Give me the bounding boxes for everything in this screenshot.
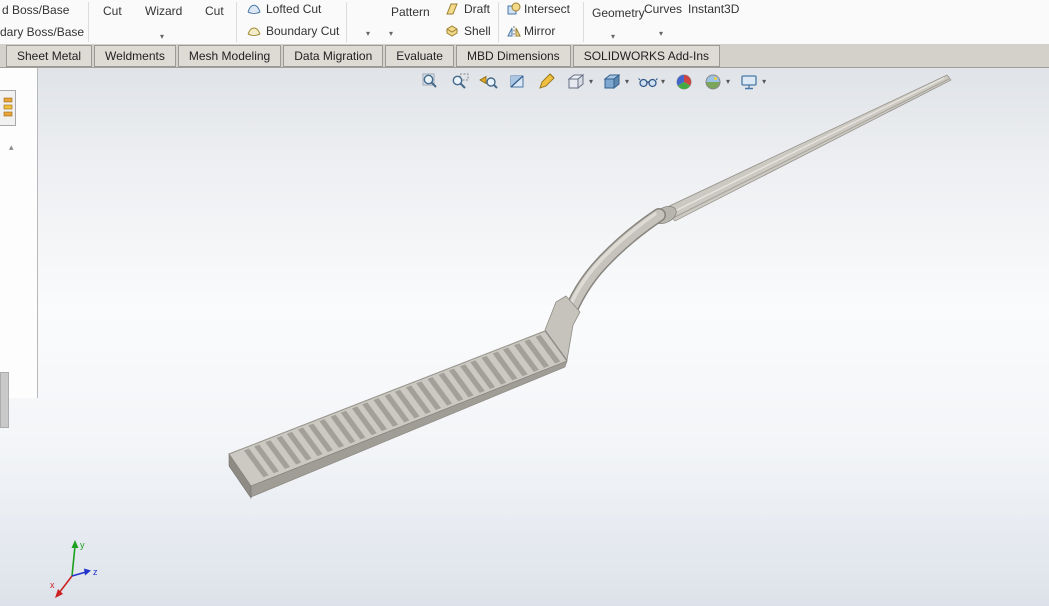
mirror-button[interactable]: Mirror (524, 24, 555, 38)
hide-show-items-icon (637, 77, 658, 87)
previous-view-icon (478, 75, 498, 89)
edit-appearance-icon (676, 74, 692, 89)
mirror-icon (507, 26, 521, 37)
section-view-icon (510, 75, 523, 87)
panel-scroll-up-icon[interactable]: ▴ (9, 142, 14, 153)
tab-mbd-dimensions[interactable]: MBD Dimensions (455, 45, 571, 67)
section-view-button[interactable] (507, 71, 528, 92)
commandmanager-tabs: Sheet Metal Weldments Mesh Modeling Data… (0, 44, 1049, 68)
zoom-to-area-icon (452, 73, 468, 89)
apply-scene-icon (705, 74, 721, 89)
axis-z-label: z (93, 567, 98, 577)
curves-button[interactable]: Curves (644, 2, 682, 16)
featuremanager-tree-icon (3, 97, 12, 117)
linear-pattern-button[interactable]: Pattern (391, 5, 430, 19)
view-orientation-dropdown-icon[interactable]: ▾ (589, 77, 593, 86)
model-tang[interactable] (662, 74, 952, 222)
display-style-button[interactable] (601, 71, 622, 92)
hole-wizard-button[interactable]: Wizard (145, 4, 182, 18)
zoom-to-fit-icon (422, 73, 437, 88)
zoom-to-fit-button[interactable] (420, 71, 441, 92)
hide-show-items-dropdown-icon[interactable]: ▾ (661, 77, 665, 86)
graphics-area[interactable]: ▾ ▾ ▾ ▾ ▾ ▴ y x z (0, 68, 1049, 606)
previous-view-button[interactable] (478, 71, 499, 92)
draft-button[interactable]: Draft (464, 2, 490, 16)
tab-weldments[interactable]: Weldments (94, 45, 176, 67)
axis-x (58, 575, 73, 594)
solidworks-window: d Boss/Base dary Boss/Base Cut Wizard ▾ … (0, 0, 1049, 606)
fillet-dropdown-icon[interactable]: ▾ (366, 30, 370, 38)
tab-data-migration[interactable]: Data Migration (283, 45, 384, 67)
reference-geometry-dropdown-icon[interactable]: ▾ (611, 33, 615, 41)
model-3d-rasp[interactable] (0, 68, 1049, 606)
ribbon-separator (236, 2, 237, 42)
view-settings-dropdown-icon[interactable]: ▾ (762, 77, 766, 86)
featuremanager-panel: ▴ (0, 68, 38, 398)
tab-evaluate[interactable]: Evaluate (385, 45, 454, 67)
lofted-cut-button[interactable]: Lofted Cut (266, 2, 321, 16)
pattern-dropdown-icon[interactable]: ▾ (389, 30, 393, 38)
curves-dropdown-icon[interactable]: ▾ (659, 30, 663, 38)
reference-geometry-button[interactable]: Geometry (592, 6, 645, 20)
lofted-cut-icon (247, 4, 261, 14)
extruded-cut-button[interactable]: Cut (103, 4, 122, 18)
extruded-boss-base-button[interactable]: d Boss/Base (2, 3, 69, 17)
view-orientation-button[interactable] (565, 71, 586, 92)
dynamic-annotation-views-button[interactable] (536, 71, 557, 92)
intersect-icon (507, 2, 521, 15)
featuremanager-flyout-tab[interactable] (0, 90, 16, 126)
axis-y-label: y (80, 540, 85, 550)
dynamic-annotation-views-icon (538, 72, 555, 89)
panel-scrollbar-thumb[interactable] (0, 372, 9, 428)
tang-shade (672, 78, 950, 219)
axis-z (71, 571, 87, 577)
apply-scene-button[interactable] (702, 71, 723, 92)
shell-button[interactable]: Shell (464, 24, 491, 38)
orientation-triad: y x z (50, 540, 98, 598)
view-orientation-icon (567, 73, 584, 89)
boundary-boss-base-button[interactable]: dary Boss/Base (0, 25, 84, 39)
axis-z-arrowhead (84, 568, 91, 576)
tab-sheet-metal[interactable]: Sheet Metal (6, 45, 93, 67)
axis-y (71, 545, 76, 577)
display-style-icon (603, 73, 620, 89)
tang-highlight (670, 77, 945, 214)
axis-y-arrowhead (71, 540, 79, 548)
boundary-cut-button[interactable]: Boundary Cut (266, 24, 339, 38)
boundary-cut-icon (247, 27, 261, 36)
ribbon-separator (498, 2, 499, 42)
zoom-to-area-button[interactable] (449, 71, 470, 92)
shell-icon (446, 25, 458, 37)
intersect-button[interactable]: Intersect (524, 2, 570, 16)
headsup-toolbar: ▾ ▾ ▾ ▾ ▾ (420, 71, 766, 92)
ribbon-separator (88, 2, 89, 42)
ribbon-separator (583, 2, 584, 42)
revolved-cut-button[interactable]: Cut (205, 4, 224, 18)
hide-show-items-button[interactable] (637, 71, 658, 92)
draft-icon (446, 3, 458, 15)
view-settings-icon (740, 74, 757, 89)
axis-x-label: x (50, 580, 55, 590)
instant3d-button[interactable]: Instant3D (688, 2, 739, 16)
view-settings-button[interactable] (738, 71, 759, 92)
apply-scene-dropdown-icon[interactable]: ▾ (726, 77, 730, 86)
display-style-dropdown-icon[interactable]: ▾ (625, 77, 629, 86)
tab-mesh-modeling[interactable]: Mesh Modeling (177, 45, 282, 67)
edit-appearance-button[interactable] (673, 71, 694, 92)
ribbon-separator (346, 2, 347, 42)
command-ribbon: d Boss/Base dary Boss/Base Cut Wizard ▾ … (0, 0, 1049, 45)
hole-wizard-dropdown-icon[interactable]: ▾ (160, 33, 164, 41)
tab-solidworks-addins[interactable]: SOLIDWORKS Add-Ins (572, 45, 721, 67)
